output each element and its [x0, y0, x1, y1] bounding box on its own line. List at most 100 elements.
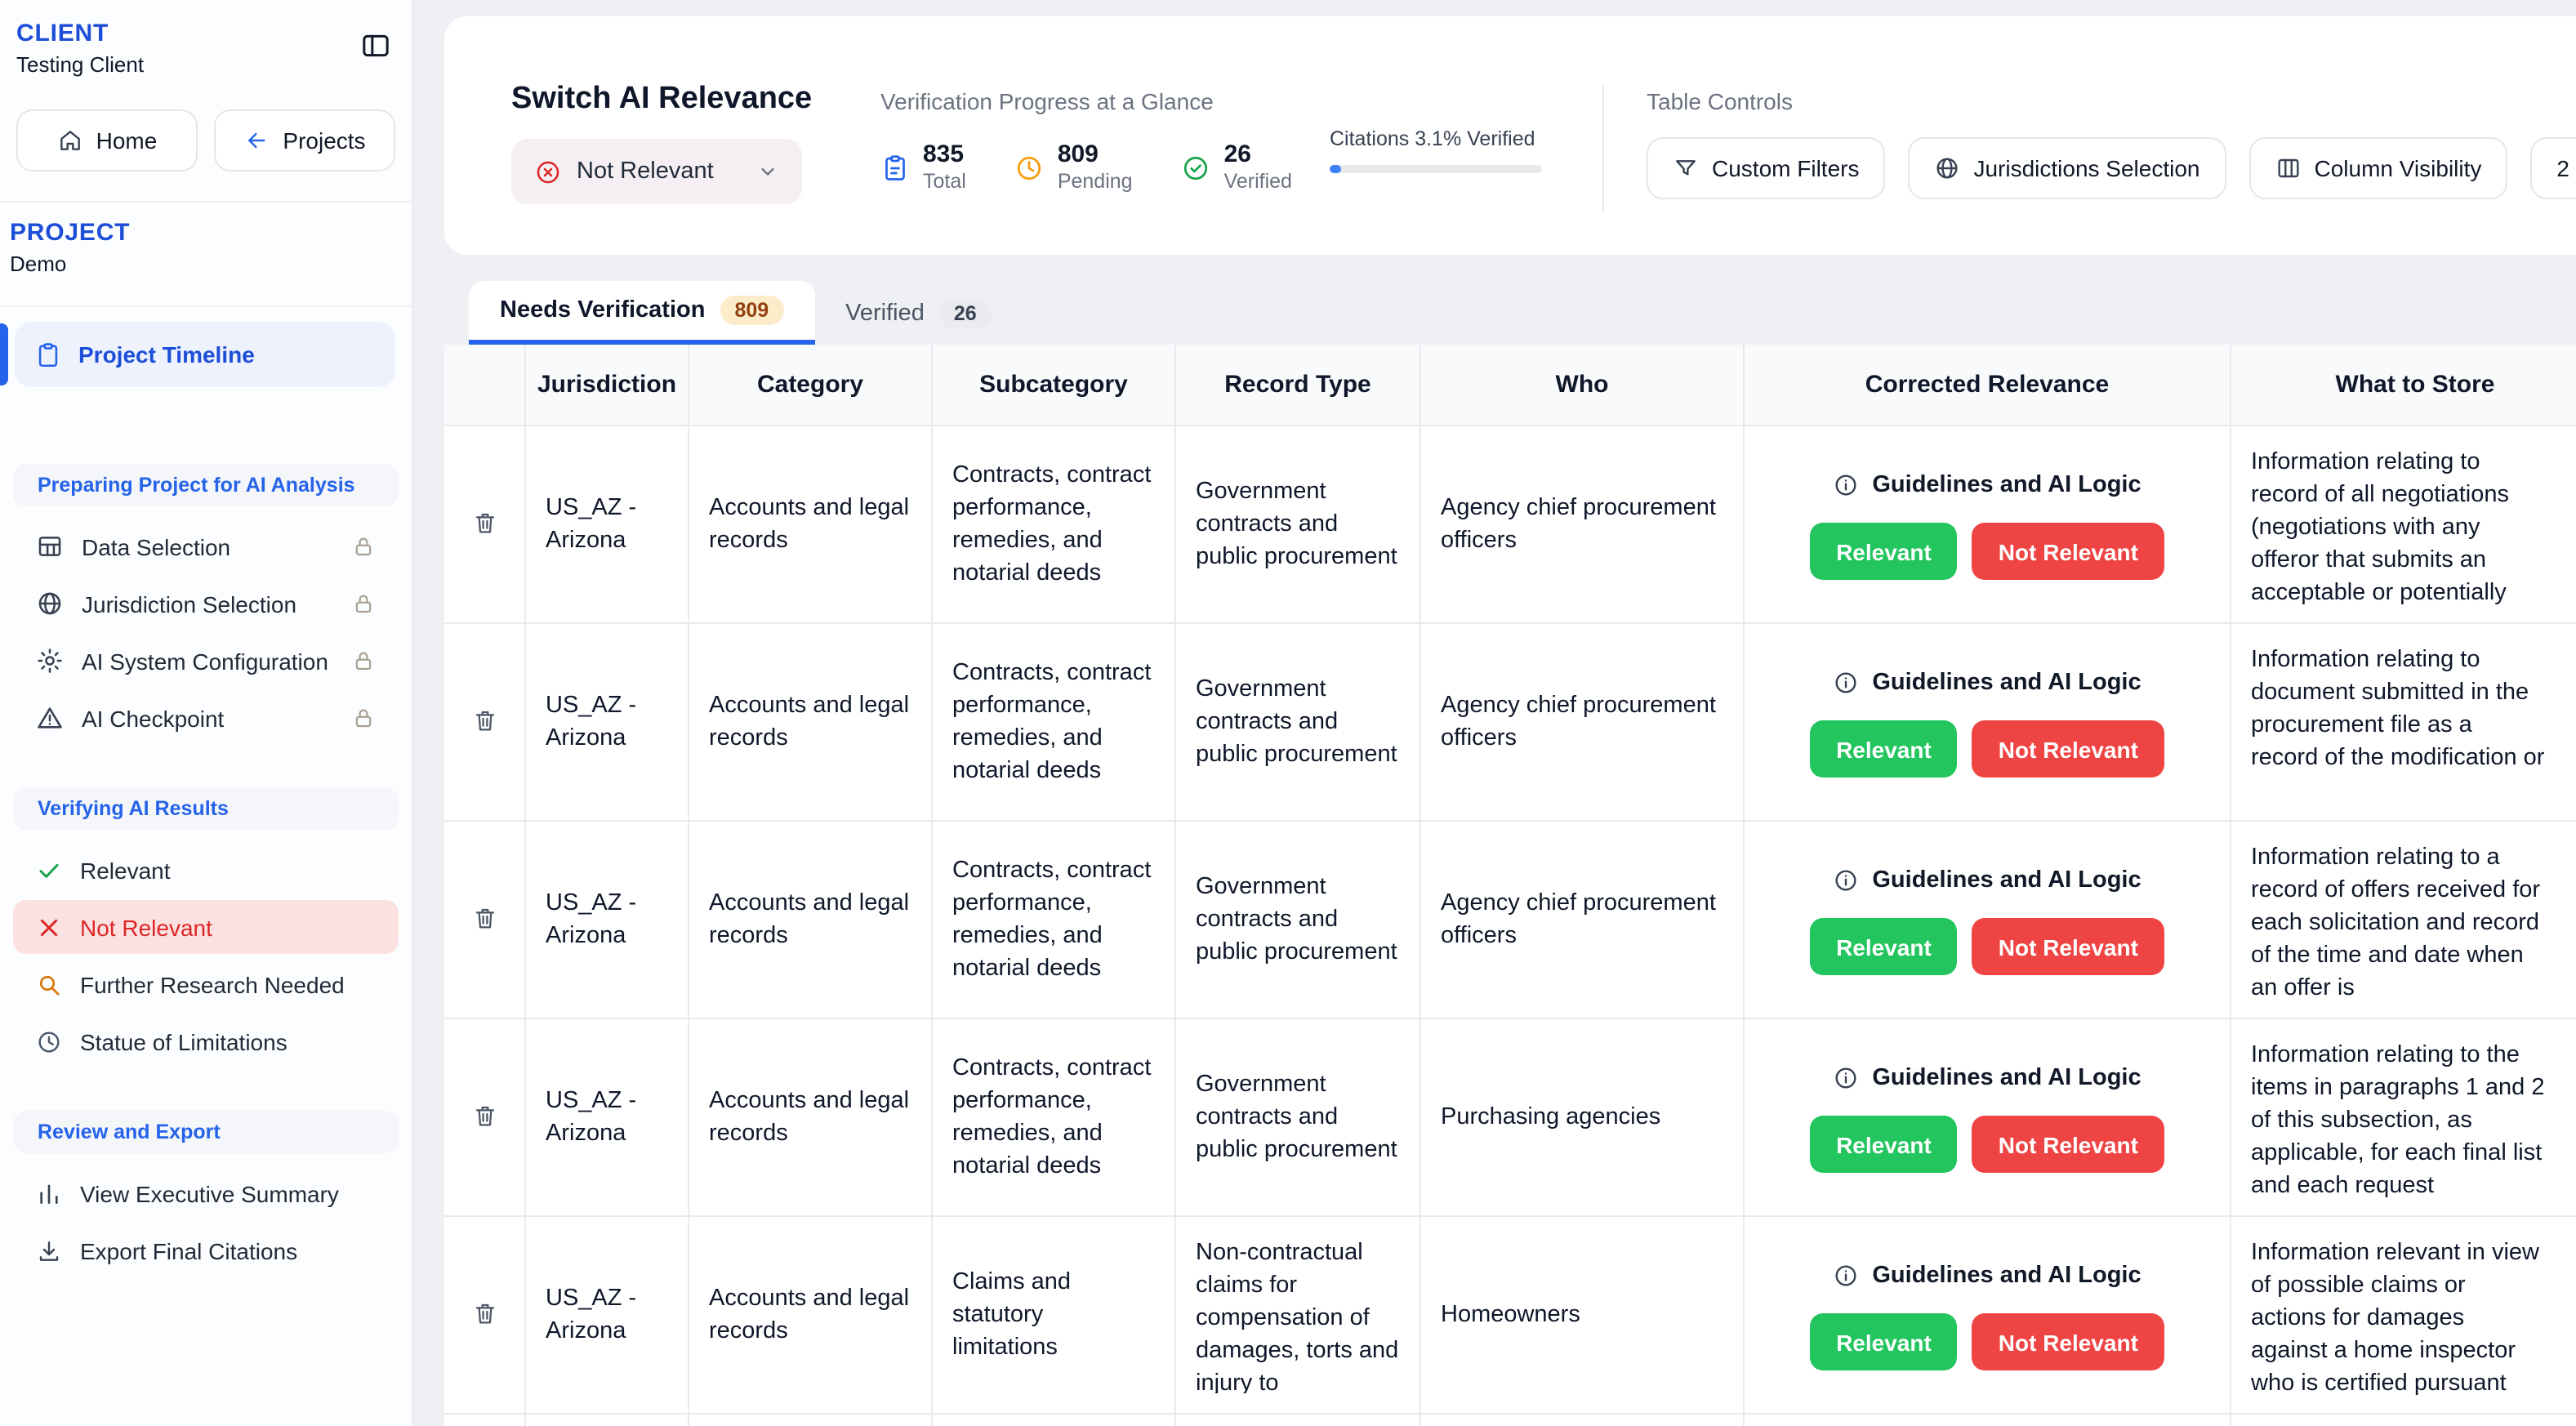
stat-pending: 809Pending — [1015, 140, 1133, 194]
table-row: US_AZ - Arizona Accounts and legal recor… — [444, 822, 2576, 1019]
switch-ai-relevance-title: Switch AI Relevance — [511, 82, 812, 118]
col-who: Who — [1421, 345, 1745, 425]
item-label: Relevant — [80, 857, 171, 883]
research-icon — [36, 971, 62, 997]
client-label: CLIENT — [16, 20, 144, 47]
download-icon — [36, 1237, 62, 1263]
projects-label: Projects — [283, 127, 365, 154]
citations-progress: Citations 3.1% Verified — [1330, 127, 1542, 173]
item-label: Jurisdiction Selection — [82, 590, 296, 617]
not-relevant-button[interactable]: Not Relevant — [1972, 1116, 2164, 1173]
delete-row-button[interactable] — [465, 502, 504, 546]
cell-who: Agency chief procurement officers — [1421, 624, 1745, 820]
guidelines-link[interactable]: Guidelines and AI Logic — [1833, 469, 2141, 501]
sidebar-item-relevant[interactable]: Relevant — [13, 843, 399, 897]
sidebar: CLIENT Testing Client Home Projects PROJ… — [0, 0, 413, 1426]
item-label: View Executive Summary — [80, 1180, 339, 1206]
item-label: Export Final Citations — [80, 1237, 297, 1263]
sidebar-toggle-button[interactable] — [356, 26, 395, 70]
cell-jurisdiction: US_AZ - Arizona — [526, 822, 689, 1018]
filter-icon — [1673, 155, 1699, 181]
cell-jurisdiction: US_AZ - Arizona — [526, 1019, 689, 1215]
col-actions — [444, 345, 526, 425]
clock-icon — [1015, 153, 1045, 182]
sidebar-item-ai-checkpoint[interactable]: AI Checkpoint — [13, 691, 399, 745]
cell-subcategory: Claims and statutory limitations — [933, 1217, 1176, 1413]
relevant-button[interactable]: Relevant — [1810, 1116, 1958, 1173]
relevant-button[interactable]: Relevant — [1810, 918, 1958, 975]
sidebar-item-jurisdiction-selection[interactable]: Jurisdiction Selection — [13, 577, 399, 631]
sidebar-item-view-executive-summary[interactable]: View Executive Summary — [13, 1166, 399, 1220]
info-icon — [1833, 867, 1859, 893]
tab-label: Needs Verification — [500, 297, 705, 323]
not-relevant-button[interactable]: Not Relevant — [1972, 918, 2164, 975]
not-relevant-button[interactable]: Not Relevant — [1972, 720, 2164, 778]
panel-toggle-icon — [359, 29, 392, 62]
cell-jurisdiction: US_AZ - Arizona — [526, 1217, 689, 1413]
guidelines-label: Guidelines and AI Logic — [1872, 864, 2141, 897]
table-header-row: Jurisdiction Category Subcategory Record… — [444, 345, 2576, 426]
sidebar-item-further-research-needed[interactable]: Further Research Needed — [13, 957, 399, 1011]
delete-row-button[interactable] — [465, 1095, 504, 1139]
relevance-dropdown[interactable]: Not Relevant — [511, 139, 802, 204]
stat-value: 26 — [1224, 140, 1292, 170]
lock-icon — [351, 648, 376, 673]
table-row: US_AZ - Arizona Accounts and legal recor… — [444, 624, 2576, 822]
guidelines-link[interactable]: Guidelines and AI Logic — [1833, 666, 2141, 699]
column-visibility-button[interactable]: Column Visibility — [2249, 137, 2508, 199]
info-icon — [1833, 670, 1859, 696]
sidebar-item-project-timeline[interactable]: Project Timeline — [0, 320, 412, 389]
not-relevant-button[interactable]: Not Relevant — [1972, 1313, 2164, 1370]
info-icon — [1833, 472, 1859, 498]
projects-button[interactable]: Projects — [214, 109, 395, 172]
guidelines-link[interactable]: Guidelines and AI Logic — [1833, 1062, 2141, 1094]
tab-verified[interactable]: Verified 26 — [814, 281, 1023, 345]
page-size-button[interactable]: 2 — [2530, 137, 2576, 199]
main-content: Switch AI Relevance Not Relevant Verific… — [413, 0, 2576, 1426]
sidebar-item-statue-of-limitations[interactable]: Statue of Limitations — [13, 1014, 399, 1068]
button-label: 2 — [2556, 155, 2569, 181]
cell-record-type: Government contracts and public procurem… — [1176, 426, 1421, 622]
cell-jurisdiction: US_AZ - Arizona — [526, 624, 689, 820]
globe-icon — [1934, 155, 1960, 181]
relevant-button[interactable]: Relevant — [1810, 720, 1958, 778]
sidebar-nav: Home Projects — [0, 109, 412, 172]
sidebar-item-ai-system-configuration[interactable]: AI System Configuration — [13, 634, 399, 688]
progress-title: Verification Progress at a Glance — [880, 88, 1292, 114]
cell-subcategory: Contracts, contract performance, remedie… — [933, 426, 1176, 622]
cell-category: Accounts and legal records — [689, 822, 933, 1018]
sidebar-item-data-selection[interactable]: Data Selection — [13, 519, 399, 573]
sidebar-item-export-final-citations[interactable]: Export Final Citations — [13, 1223, 399, 1277]
home-button[interactable]: Home — [16, 109, 198, 172]
verified-icon — [1182, 153, 1211, 182]
guidelines-label: Guidelines and AI Logic — [1872, 666, 2141, 699]
custom-filters-button[interactable]: Custom Filters — [1647, 137, 1885, 199]
tab-badge: 809 — [720, 296, 783, 325]
trash-icon — [471, 904, 497, 930]
table-row: US_AZ - Arizona Accounts and legal recor… — [444, 1217, 2576, 1415]
x-icon — [36, 914, 62, 940]
item-label: Data Selection — [82, 533, 230, 559]
guidelines-link[interactable]: Guidelines and AI Logic — [1833, 1259, 2141, 1292]
client-header: CLIENT Testing Client — [0, 0, 412, 77]
cell-category: Accounts and legal records — [689, 1217, 933, 1413]
delete-row-button[interactable] — [465, 700, 504, 744]
circle-x-icon — [534, 158, 562, 185]
clipboard-icon — [34, 341, 62, 368]
tab-needs-verification[interactable]: Needs Verification 809 — [469, 281, 814, 345]
delete-row-button[interactable] — [465, 898, 504, 942]
not-relevant-button[interactable]: Not Relevant — [1972, 523, 2164, 580]
progress-bar — [1330, 165, 1542, 173]
jurisdictions-selection-button[interactable]: Jurisdictions Selection — [1908, 137, 2226, 199]
delete-row-button[interactable] — [465, 1293, 504, 1337]
warning-icon — [36, 704, 64, 732]
cell-jurisdiction: US_AZ - Arizona — [526, 426, 689, 622]
col-corrected-relevance: Corrected Relevance — [1745, 345, 2231, 425]
relevant-button[interactable]: Relevant — [1810, 523, 1958, 580]
guidelines-link[interactable]: Guidelines and AI Logic — [1833, 864, 2141, 897]
info-icon — [1833, 1065, 1859, 1091]
cell-what-to-store: Information relevant in view of possible… — [2231, 1217, 2576, 1413]
relevant-button[interactable]: Relevant — [1810, 1313, 1958, 1370]
sidebar-item-not-relevant[interactable]: Not Relevant — [13, 900, 399, 954]
lock-icon — [351, 591, 376, 616]
